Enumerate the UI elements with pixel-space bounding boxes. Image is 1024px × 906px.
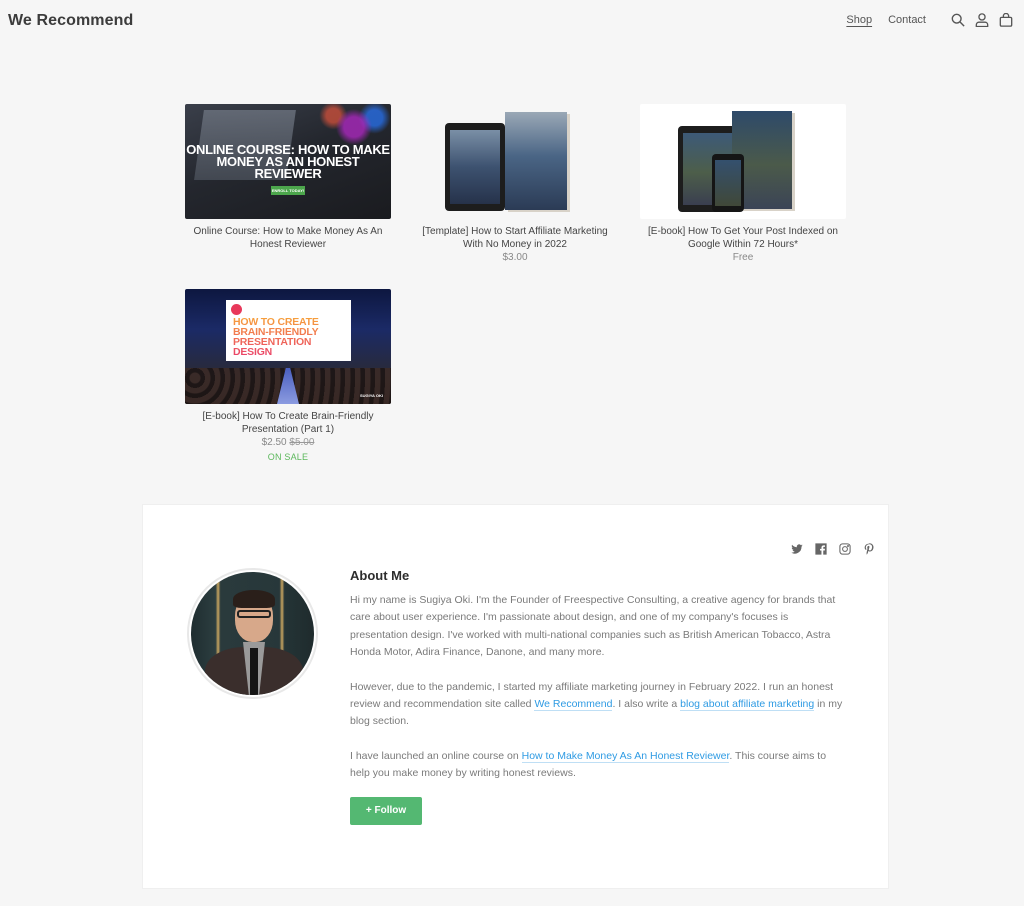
product-card[interactable]: [Template] How to Start Affiliate Market… [412, 104, 618, 263]
image-signature: SUGIYA OKI [359, 393, 383, 398]
product-card[interactable]: HOW TO CREATE BRAIN-FRIENDLY PRESENTATIO… [185, 289, 391, 462]
brain-logo-icon [231, 304, 242, 315]
product-card[interactable]: ONLINE COURSE: HOW TO MAKE MONEY AS AN H… [185, 104, 391, 251]
follow-button[interactable]: + Follow [350, 796, 422, 825]
avatar-tie [250, 648, 258, 695]
product-image[interactable] [640, 104, 846, 219]
product-price: Free [732, 252, 754, 263]
tablet-mockup [445, 123, 505, 211]
avatar-hair [233, 590, 275, 608]
product-image[interactable]: ONLINE COURSE: HOW TO MAKE MONEY AS AN H… [185, 104, 391, 219]
facebook-icon[interactable] [815, 543, 828, 556]
bio-text: . I also write a [612, 698, 681, 711]
about-card: About Me Hi my name is Sugiya Oki. I'm t… [142, 504, 889, 889]
avatar-photo [191, 572, 314, 695]
nav-contact[interactable]: Contact [888, 14, 926, 26]
book-mockup [505, 112, 567, 210]
we-recommend-link[interactable]: We Recommend [534, 698, 613, 712]
product-title[interactable]: [E-book] How To Get Your Post Indexed on… [640, 225, 846, 251]
image-enroll-badge: ENROLL TODAY! [271, 186, 305, 195]
affiliate-blog-link[interactable]: blog about affiliate marketing [680, 698, 815, 712]
bio-paragraph-3: I have launched an online course on How … [350, 748, 845, 783]
product-title[interactable]: Online Course: How to Make Money As An H… [185, 225, 391, 251]
product-title[interactable]: [E-book] How To Create Brain-Friendly Pr… [185, 410, 391, 436]
bio-paragraph-2: However, due to the pandemic, I started … [350, 679, 845, 731]
product-price: $3.00 [502, 252, 528, 263]
about-heading: About Me [350, 568, 410, 583]
product-title[interactable]: [Template] How to Start Affiliate Market… [412, 225, 618, 251]
twitter-icon[interactable] [791, 543, 804, 556]
pinterest-icon[interactable] [863, 543, 876, 556]
avatar [187, 568, 318, 699]
social-links [791, 543, 876, 556]
bio-paragraph-1: Hi my name is Sugiya Oki. I'm the Founde… [350, 594, 836, 659]
image-text: HOW TO CREATE BRAIN-FRIENDLY PRESENTATIO… [233, 317, 348, 358]
product-image[interactable] [412, 104, 618, 219]
phone-mockup [712, 154, 744, 212]
search-icon[interactable] [950, 12, 966, 28]
product-card[interactable]: [E-book] How To Get Your Post Indexed on… [640, 104, 846, 263]
nav-shop[interactable]: Shop [846, 14, 872, 26]
bio: About Me Hi my name is Sugiya Oki. I'm t… [350, 568, 845, 825]
product-price: $2.50 [261, 437, 287, 448]
sale-badge: ON SALE [267, 452, 309, 462]
online-course-link[interactable]: How to Make Money As An Honest Reviewer [521, 749, 730, 763]
cinema-screen: HOW TO CREATE BRAIN-FRIENDLY PRESENTATIO… [226, 300, 351, 361]
bio-text: I have launched an online course on [350, 749, 522, 762]
brand-logo[interactable]: We Recommend [8, 12, 133, 30]
image-text: ONLINE COURSE: HOW TO MAKE MONEY AS AN H… [186, 142, 390, 181]
product-price-group: $2.50 $5.00 [185, 437, 391, 448]
main-nav: Shop Contact [846, 12, 1014, 28]
product-image[interactable]: HOW TO CREATE BRAIN-FRIENDLY PRESENTATIO… [185, 289, 391, 404]
site-header: We Recommend Shop Contact [0, 0, 1024, 44]
product-original-price: $5.00 [289, 437, 315, 448]
avatar-glasses [237, 610, 271, 618]
instagram-icon[interactable] [839, 543, 852, 556]
cart-icon[interactable] [998, 12, 1014, 28]
account-icon[interactable] [974, 12, 990, 28]
